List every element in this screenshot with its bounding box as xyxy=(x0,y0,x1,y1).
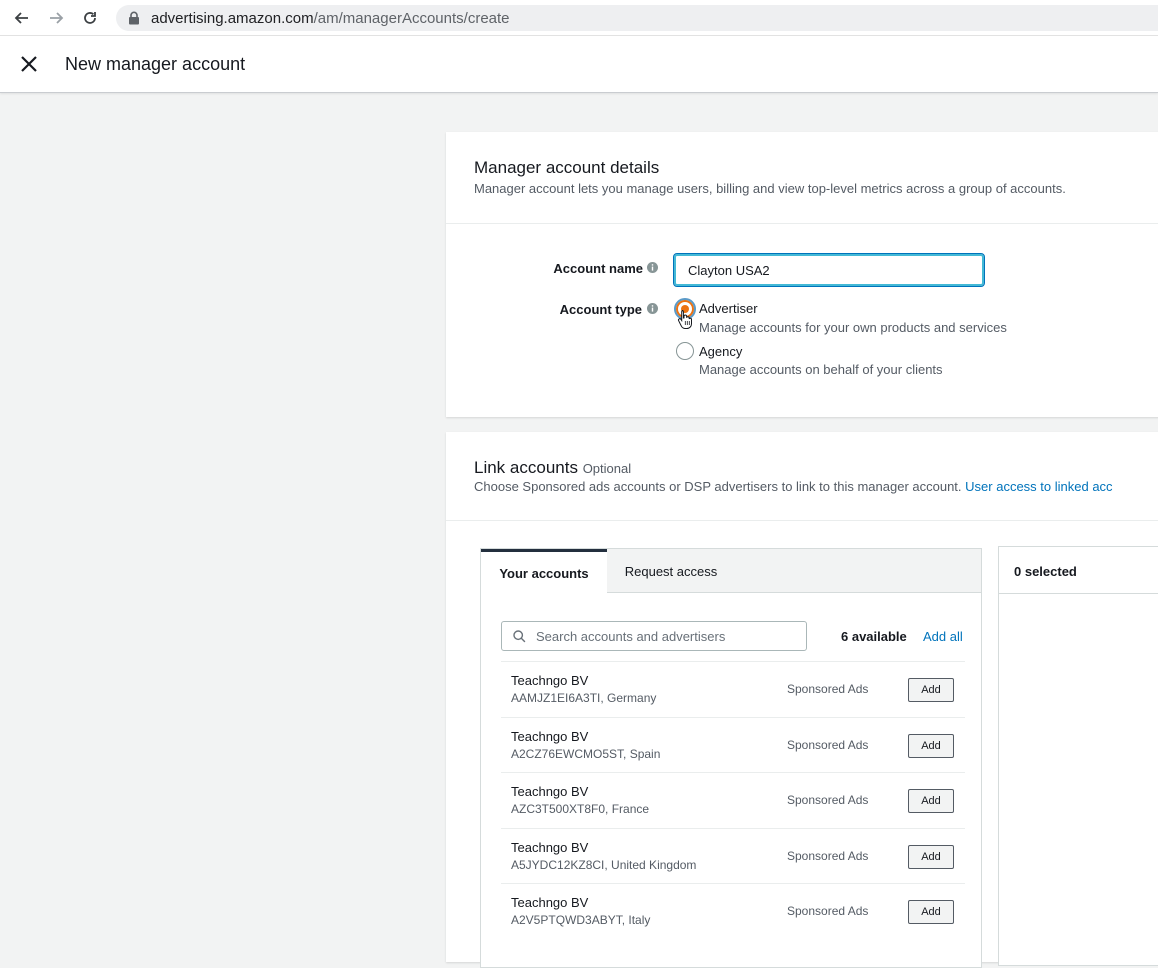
account-id-country: AZC3T500XT8F0, France xyxy=(511,802,650,817)
reload-button[interactable] xyxy=(80,8,100,28)
link-accounts-title: Link accounts Optional xyxy=(474,458,632,477)
account-id-country: A5JYDC12KZ8CI, United Kingdom xyxy=(511,857,697,872)
back-button[interactable] xyxy=(12,8,32,28)
search-input[interactable] xyxy=(534,623,800,649)
account-type: Sponsored Ads xyxy=(787,793,869,808)
selected-count: 0 selected xyxy=(1014,564,1077,579)
search-icon xyxy=(513,630,526,643)
add-button[interactable]: Add xyxy=(908,789,954,814)
accounts-panel: Your accounts Request access 6 available… xyxy=(480,548,982,968)
selected-panel: 0 selected xyxy=(998,546,1158,966)
details-description: Manager account lets you manage users, b… xyxy=(474,181,1066,196)
account-id-country: A2CZ76EWCMO5ST, Spain xyxy=(511,746,661,761)
account-type-label: Account type xyxy=(559,302,642,317)
tab-your-accounts[interactable]: Your accounts xyxy=(481,549,607,594)
table-row: Teachngo BV A2CZ76EWCMO5ST, Spain Sponso… xyxy=(501,716,965,773)
account-name: Teachngo BV xyxy=(511,895,589,911)
forward-button[interactable] xyxy=(46,8,66,28)
account-type: Sponsored Ads xyxy=(787,848,869,863)
account-id-country: AAMJZ1EI6A3TI, Germany xyxy=(511,691,657,705)
account-name: Teachngo BV xyxy=(511,784,589,800)
close-icon xyxy=(21,56,37,72)
link-accounts-description: Choose Sponsored ads accounts or DSP adv… xyxy=(474,479,1113,494)
account-name-input[interactable] xyxy=(673,253,985,287)
optional-tag: Optional xyxy=(582,461,632,476)
advertiser-description: Manage accounts for your own products an… xyxy=(699,320,1007,335)
arrow-left-icon xyxy=(14,12,28,24)
address-bar[interactable]: advertising.amazon.com/am/managerAccount… xyxy=(116,5,1158,31)
hand-cursor-icon xyxy=(677,310,692,329)
tab-request-access[interactable]: Request access xyxy=(607,549,735,593)
close-button[interactable] xyxy=(18,53,40,75)
browser-toolbar: advertising.amazon.com/am/managerAccount… xyxy=(0,0,1158,36)
selected-header: 0 selected xyxy=(999,547,1158,594)
app-header: New manager account xyxy=(0,36,1158,93)
page-title: New manager account xyxy=(65,54,246,74)
table-row: Teachngo BV A2V5PTQWD3ABYT, Italy Sponso… xyxy=(501,883,965,939)
reload-icon xyxy=(84,12,96,24)
account-type: Sponsored Ads xyxy=(787,682,869,696)
manager-account-details-card: Manager account details Manager account … xyxy=(446,132,1158,417)
account-id-country: A2V5PTQWD3ABYT, Italy xyxy=(511,913,651,928)
agency-radio[interactable] xyxy=(676,342,694,360)
url-text: advertising.amazon.com/am/managerAccount… xyxy=(151,10,510,27)
details-title: Manager account details xyxy=(474,158,660,177)
accounts-list: Teachngo BV AAMJZ1EI6A3TI, Germany Spons… xyxy=(501,661,965,939)
lock-icon xyxy=(129,11,139,25)
table-row: Teachngo BV A5JYDC12KZ8CI, United Kingdo… xyxy=(501,827,965,884)
arrow-right-icon xyxy=(50,12,64,24)
table-row: Teachngo BV AZC3T500XT8F0, France Sponso… xyxy=(501,772,965,828)
available-count: 6 available xyxy=(841,629,907,644)
account-type: Sponsored Ads xyxy=(787,737,869,752)
agency-label[interactable]: Agency xyxy=(699,344,742,359)
search-box xyxy=(501,621,807,651)
info-icon[interactable] xyxy=(647,262,658,273)
account-name: Teachngo BV xyxy=(511,673,589,688)
user-access-link[interactable]: User access to linked acc xyxy=(965,479,1112,494)
divider xyxy=(446,520,1158,521)
agency-description: Manage accounts on behalf of your client… xyxy=(699,362,943,377)
add-all-link[interactable]: Add all xyxy=(923,629,963,644)
account-name-label: Account name xyxy=(553,261,643,276)
account-name: Teachngo BV xyxy=(511,728,589,744)
account-name: Teachngo BV xyxy=(511,839,589,855)
add-button[interactable]: Add xyxy=(908,900,954,925)
account-type: Sponsored Ads xyxy=(787,904,869,919)
table-row: Teachngo BV AAMJZ1EI6A3TI, Germany Spons… xyxy=(501,661,965,717)
divider xyxy=(446,223,1158,224)
add-button[interactable]: Add xyxy=(908,844,954,869)
info-icon[interactable] xyxy=(647,303,658,314)
tabs: Your accounts Request access xyxy=(481,549,981,594)
add-button[interactable]: Add xyxy=(908,733,954,758)
advertiser-label[interactable]: Advertiser xyxy=(699,301,758,316)
link-accounts-card: Link accounts Optional Choose Sponsored … xyxy=(446,432,1158,968)
add-button[interactable]: Add xyxy=(908,678,954,702)
